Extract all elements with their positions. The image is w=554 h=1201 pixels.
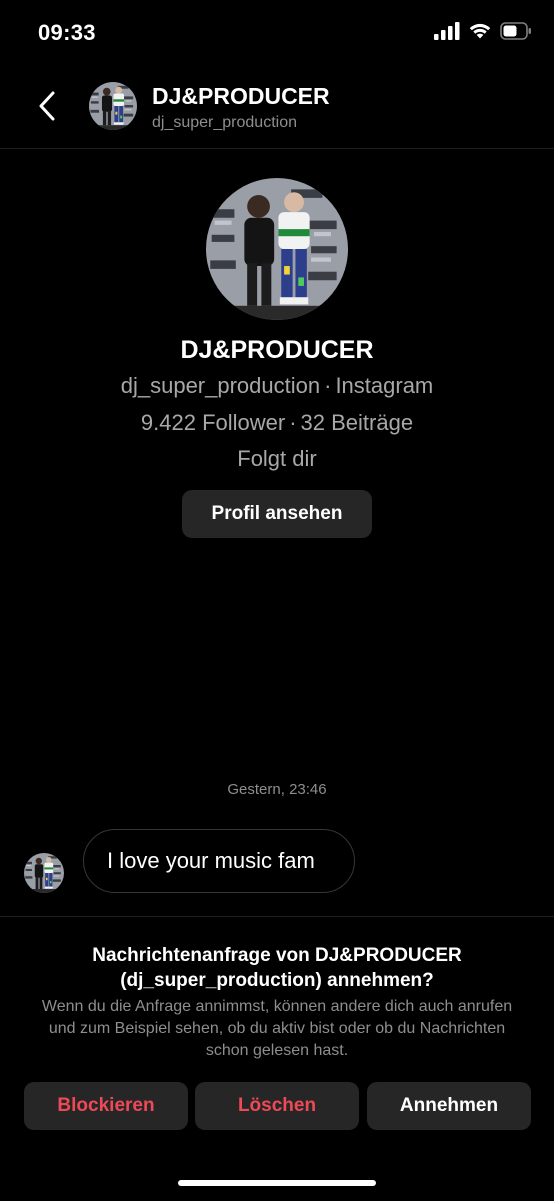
follows-you-label: Folgt dir [237,446,317,471]
status-time: 09:33 [38,20,96,45]
battery-icon [500,22,531,40]
profile-username-line: dj_super_production · Instagram [0,373,554,399]
wifi-icon [469,23,491,39]
profile-display-name: DJ&PRODUCER [180,336,374,364]
message-timestamp: Gestern, 23:46 [227,781,327,798]
post-count: 32 Beiträge [300,410,414,435]
profile-avatar[interactable] [206,178,348,320]
status-icons [434,22,532,40]
status-bar: 09:33 [0,0,554,66]
profile-username: dj_super_production [120,373,321,398]
request-description: Wenn du die Anfrage annimmst, können and… [41,998,513,1059]
header-username[interactable]: dj_super_production [152,114,297,132]
chat-header: DJ&PRODUCER dj_super_production [0,70,554,149]
accept-button[interactable]: Annehmen [367,1082,531,1130]
view-profile-button[interactable]: Profil ansehen [182,490,372,538]
profile-stats-line: 9.422 Follower · 32 Beiträge [0,410,554,436]
message-text: I love your music fam [107,848,315,873]
follower-count: 9.422 Follower [140,410,286,435]
header-avatar[interactable] [89,82,137,130]
separator: · [289,410,297,435]
delete-button[interactable]: Löschen [195,1082,359,1130]
chevron-left-icon [39,91,55,121]
message-request-panel: Nachrichtenanfrage von DJ&PRODUCER (dj_s… [0,916,554,1201]
block-button[interactable]: Blockieren [24,1082,188,1130]
cellular-signal-icon [434,22,460,40]
header-display-name[interactable]: DJ&PRODUCER [152,83,330,110]
request-actions: Blockieren Löschen Annehmen [24,1082,531,1130]
separator: · [324,373,332,398]
back-button[interactable] [30,86,64,126]
message-sender-avatar[interactable] [24,853,64,893]
message-bubble[interactable]: I love your music fam [83,829,355,893]
profile-platform: Instagram [335,373,434,398]
request-title: Nachrichtenanfrage von DJ&PRODUCER (dj_s… [92,945,462,991]
home-indicator[interactable] [178,1180,376,1186]
